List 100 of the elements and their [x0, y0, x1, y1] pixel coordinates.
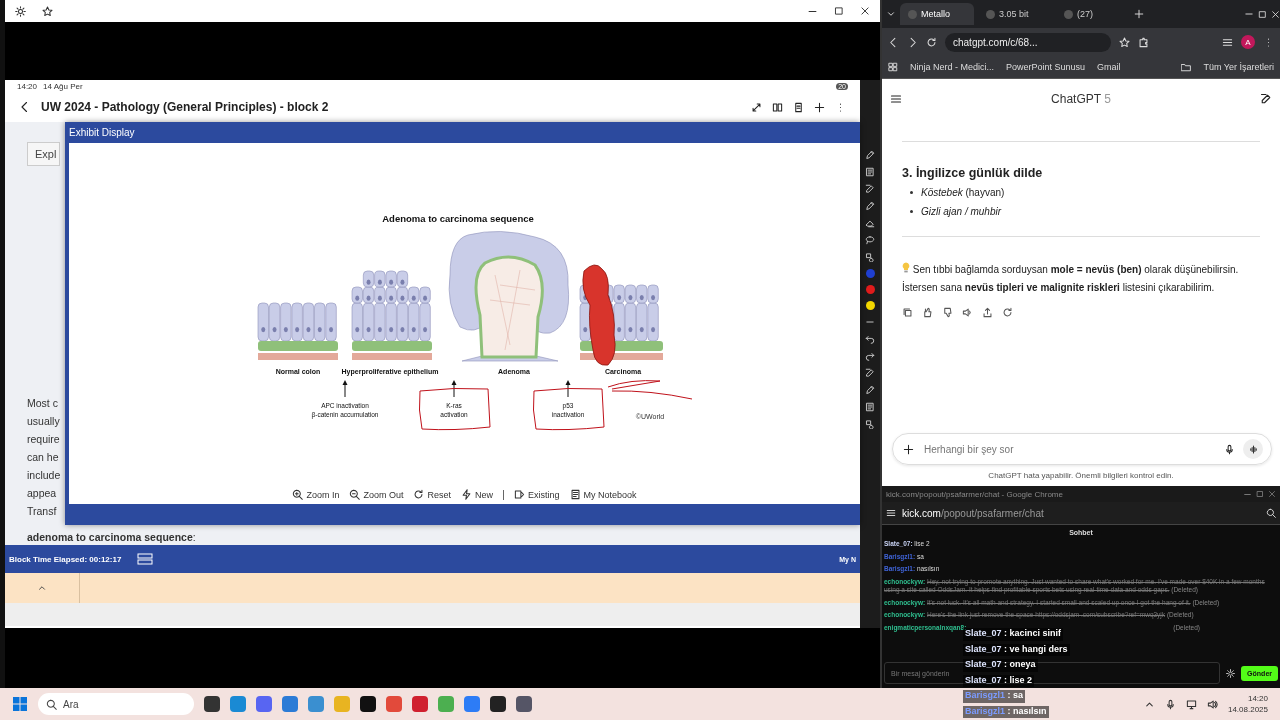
windows-start-icon[interactable] — [12, 696, 28, 712]
puzzle-icon[interactable] — [1138, 36, 1149, 48]
add-icon[interactable] — [814, 101, 825, 113]
taskbar-search[interactable]: Ara — [38, 693, 194, 715]
explanation-tab[interactable]: Expl — [27, 142, 61, 166]
figure-title: Adenoma to carcinoma sequence — [381, 213, 534, 224]
sidebar-menu-icon[interactable] — [890, 93, 902, 105]
address-bar[interactable]: chatgpt.com/c/68... — [945, 32, 1111, 52]
arrow-icon — [565, 380, 570, 398]
stream-chat-overlay-message: Slate_07 : lise 2 — [963, 674, 1035, 687]
regenerate-icon[interactable] — [1002, 307, 1013, 318]
taskbar-app-icon[interactable] — [490, 696, 506, 712]
exhibit-title: Exhibit Display — [69, 127, 135, 138]
clock-time: 14:20 — [1246, 693, 1268, 704]
status-date: 14 Ağu Per — [43, 81, 83, 91]
exhibit-tool-button[interactable]: Existing — [514, 489, 560, 500]
bullet-text: Köstebek (hayvan) — [921, 187, 1005, 198]
lightning-icon[interactable] — [461, 489, 472, 500]
volume-icon[interactable] — [1206, 698, 1218, 710]
eraser-icon[interactable] — [865, 218, 875, 228]
block-timer: Block Time Elapsed: 00:12:17 — [9, 554, 122, 564]
notebook-icon[interactable] — [569, 489, 581, 500]
shapes-icon[interactable] — [865, 419, 875, 429]
site-info-icon[interactable] — [886, 508, 896, 518]
microphone-icon[interactable] — [1164, 698, 1176, 710]
apps-icon[interactable] — [888, 62, 898, 72]
microphone-icon[interactable] — [1224, 443, 1235, 455]
monitor-icon[interactable] — [1185, 698, 1197, 710]
model-selector[interactable]: ChatGPT 5 — [902, 92, 1260, 106]
shapes-icon[interactable] — [865, 252, 875, 262]
settings-icon[interactable] — [15, 5, 26, 17]
folder-icon[interactable] — [1181, 62, 1192, 72]
browser-tab[interactable]: (27) — [1056, 3, 1130, 25]
pencil-icon[interactable] — [865, 150, 875, 160]
taskbar-app-icon[interactable] — [516, 696, 532, 712]
exhibit-tool-button[interactable]: My Notebook — [569, 489, 637, 500]
read-aloud-icon[interactable] — [962, 307, 973, 318]
window-title: kick.com/popout/psafarmer/chat - Google Chrome — [886, 489, 1063, 499]
arrow-icon — [451, 380, 456, 398]
calculator-icon[interactable] — [137, 553, 154, 565]
expand-icon[interactable] — [751, 101, 762, 113]
pen-color-swatch[interactable] — [865, 301, 875, 310]
profile-avatar[interactable]: A — [1241, 35, 1255, 49]
pen-icon[interactable] — [865, 385, 875, 395]
exhibit-tool-button[interactable]: Zoom Out — [349, 489, 404, 500]
thumbs-down-icon[interactable] — [942, 307, 953, 318]
pen-color-swatch[interactable] — [865, 285, 875, 294]
document-icon[interactable] — [793, 101, 804, 113]
bookmark-link[interactable]: Ninja Nerd - Medici... — [910, 62, 995, 72]
close-icon[interactable] — [860, 6, 870, 16]
copy-icon[interactable] — [902, 307, 913, 318]
question-text-line: usually — [27, 414, 60, 429]
bookmark-link[interactable]: PowerPoint Sunusu — [1006, 62, 1086, 72]
question-text-line: adenoma to carcinoma sequence: — [27, 530, 196, 545]
lasso-icon[interactable] — [865, 235, 875, 245]
browser-tab[interactable]: Metallo — [900, 3, 974, 25]
exhibit-tool-button[interactable]: Reset — [413, 489, 451, 500]
zoom-out-icon[interactable] — [349, 489, 361, 500]
bookmark-link[interactable]: Gmail — [1097, 62, 1121, 72]
maximize-icon[interactable] — [834, 6, 844, 16]
book-icon[interactable] — [772, 101, 783, 113]
reload-icon[interactable] — [926, 36, 937, 48]
pen-icon[interactable] — [865, 368, 875, 378]
stream-chat-overlay-message: Slate_07 : oneya — [963, 659, 1038, 672]
refresh-icon[interactable] — [413, 489, 425, 500]
new-tab-icon[interactable] — [1134, 9, 1144, 19]
redo-icon[interactable] — [865, 351, 875, 361]
chevron-up-icon[interactable] — [37, 583, 47, 593]
forward-icon[interactable] — [907, 36, 918, 48]
add-icon[interactable] — [903, 443, 914, 455]
all-bookmarks-link[interactable]: Tüm Yer İşaretleri — [1203, 62, 1274, 72]
voice-mode-icon[interactable] — [1247, 443, 1259, 455]
highlighter-icon[interactable] — [865, 201, 875, 211]
pen-color-swatch[interactable] — [865, 269, 875, 278]
answer-paragraph: Sen tıbbi bağlamda sorduysan mole = nevüs (ben) olarak düşünebilirsin. — [902, 261, 1260, 279]
new-chat-icon[interactable] — [1260, 93, 1272, 105]
exhibit-tool-button[interactable]: Zoom In — [292, 489, 340, 500]
star-icon[interactable] — [42, 5, 53, 17]
pen-icon[interactable] — [865, 184, 875, 194]
stream-chat-overlay-message: Barisgzl1 : sa — [963, 690, 1026, 703]
undo-icon[interactable] — [865, 334, 875, 344]
media-icon[interactable] — [1222, 36, 1233, 48]
tab-menu-icon[interactable] — [886, 9, 896, 19]
exhibit-tool-button[interactable]: New — [461, 489, 493, 500]
question-text-line: appea — [27, 486, 57, 501]
document-arrow-icon[interactable] — [514, 489, 525, 500]
thumbs-up-icon[interactable] — [922, 307, 933, 318]
address-bar[interactable]: kick.com/popout/psafarmer/chat — [902, 507, 1044, 519]
share-icon[interactable] — [982, 307, 993, 318]
question-text-line: can he — [27, 450, 59, 465]
prompt-field[interactable]: Herhangi bir şey sor — [922, 442, 1216, 456]
search-icon[interactable] — [46, 698, 57, 710]
clock-date: 14.08.2025 — [1227, 704, 1268, 715]
bullet-text: Gizli ajan / muhbir — [921, 206, 1002, 217]
taskbar-app-icon[interactable] — [204, 696, 220, 712]
question-text-line: Transf — [27, 504, 57, 519]
zoom-in-icon[interactable] — [292, 489, 304, 500]
lightbulb-icon — [902, 262, 910, 273]
browser-tab[interactable]: 3.05 bit — [978, 3, 1052, 25]
taskbar-app-icon[interactable] — [360, 696, 376, 712]
